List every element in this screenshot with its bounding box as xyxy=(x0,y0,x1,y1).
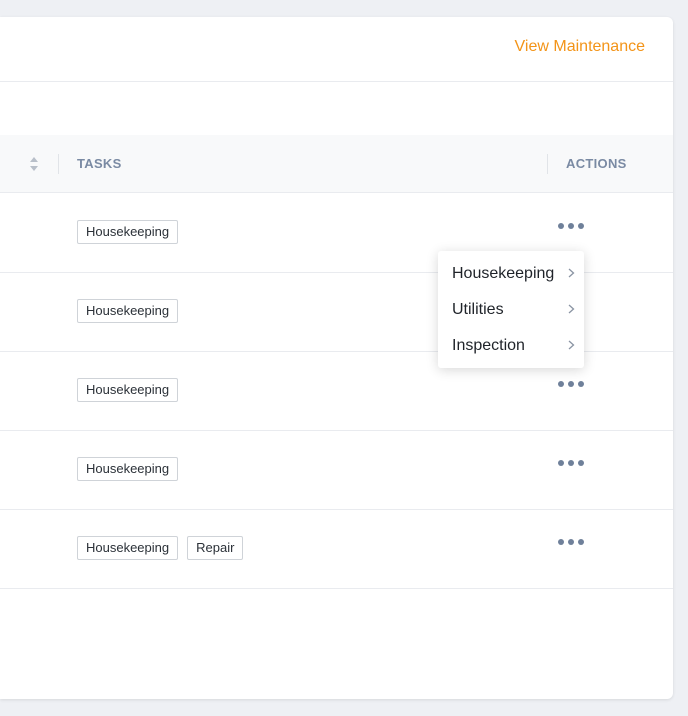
more-horizontal-icon[interactable] xyxy=(557,220,585,232)
task-tag: Housekeeping xyxy=(77,536,179,560)
column-header-actions: ACTIONS xyxy=(566,156,627,171)
task-tag: Housekeeping xyxy=(77,299,179,323)
task-tag: Repair xyxy=(187,536,244,560)
column-divider xyxy=(547,154,548,174)
task-tags: Housekeeping xyxy=(77,299,179,323)
table-row: Housekeeping Repair xyxy=(0,509,673,589)
task-tag: Housekeeping xyxy=(77,378,179,402)
menu-item-housekeeping[interactable]: Housekeeping xyxy=(438,254,584,290)
menu-item-inspection[interactable]: Inspection xyxy=(438,326,584,362)
table-row: Housekeeping xyxy=(0,430,673,510)
task-tag: Housekeeping xyxy=(77,220,179,244)
more-horizontal-icon[interactable] xyxy=(557,536,585,548)
view-maintenance-link[interactable]: View Maintenance xyxy=(515,38,645,56)
sort-icon[interactable] xyxy=(29,156,39,172)
column-divider xyxy=(58,154,59,174)
menu-item-label: Utilities xyxy=(452,301,504,318)
chevron-right-icon xyxy=(568,304,575,314)
task-tags: Housekeeping Repair xyxy=(77,536,244,560)
menu-item-utilities[interactable]: Utilities xyxy=(438,290,584,326)
card-header: View Maintenance xyxy=(0,17,673,82)
more-horizontal-icon[interactable] xyxy=(557,457,585,469)
menu-item-label: Housekeeping xyxy=(452,265,555,282)
chevron-right-icon xyxy=(568,340,575,350)
table-header: TASKS ACTIONS xyxy=(0,135,673,193)
menu-item-label: Inspection xyxy=(452,337,525,354)
task-tags: Housekeeping xyxy=(77,220,179,244)
actions-dropdown-menu: Housekeeping Utilities Inspection xyxy=(438,251,584,368)
column-header-tasks: TASKS xyxy=(77,156,122,171)
task-tags: Housekeeping xyxy=(77,457,179,481)
task-tags: Housekeeping xyxy=(77,378,179,402)
more-horizontal-icon[interactable] xyxy=(557,378,585,390)
task-tag: Housekeeping xyxy=(77,457,179,481)
chevron-right-icon xyxy=(568,268,575,278)
